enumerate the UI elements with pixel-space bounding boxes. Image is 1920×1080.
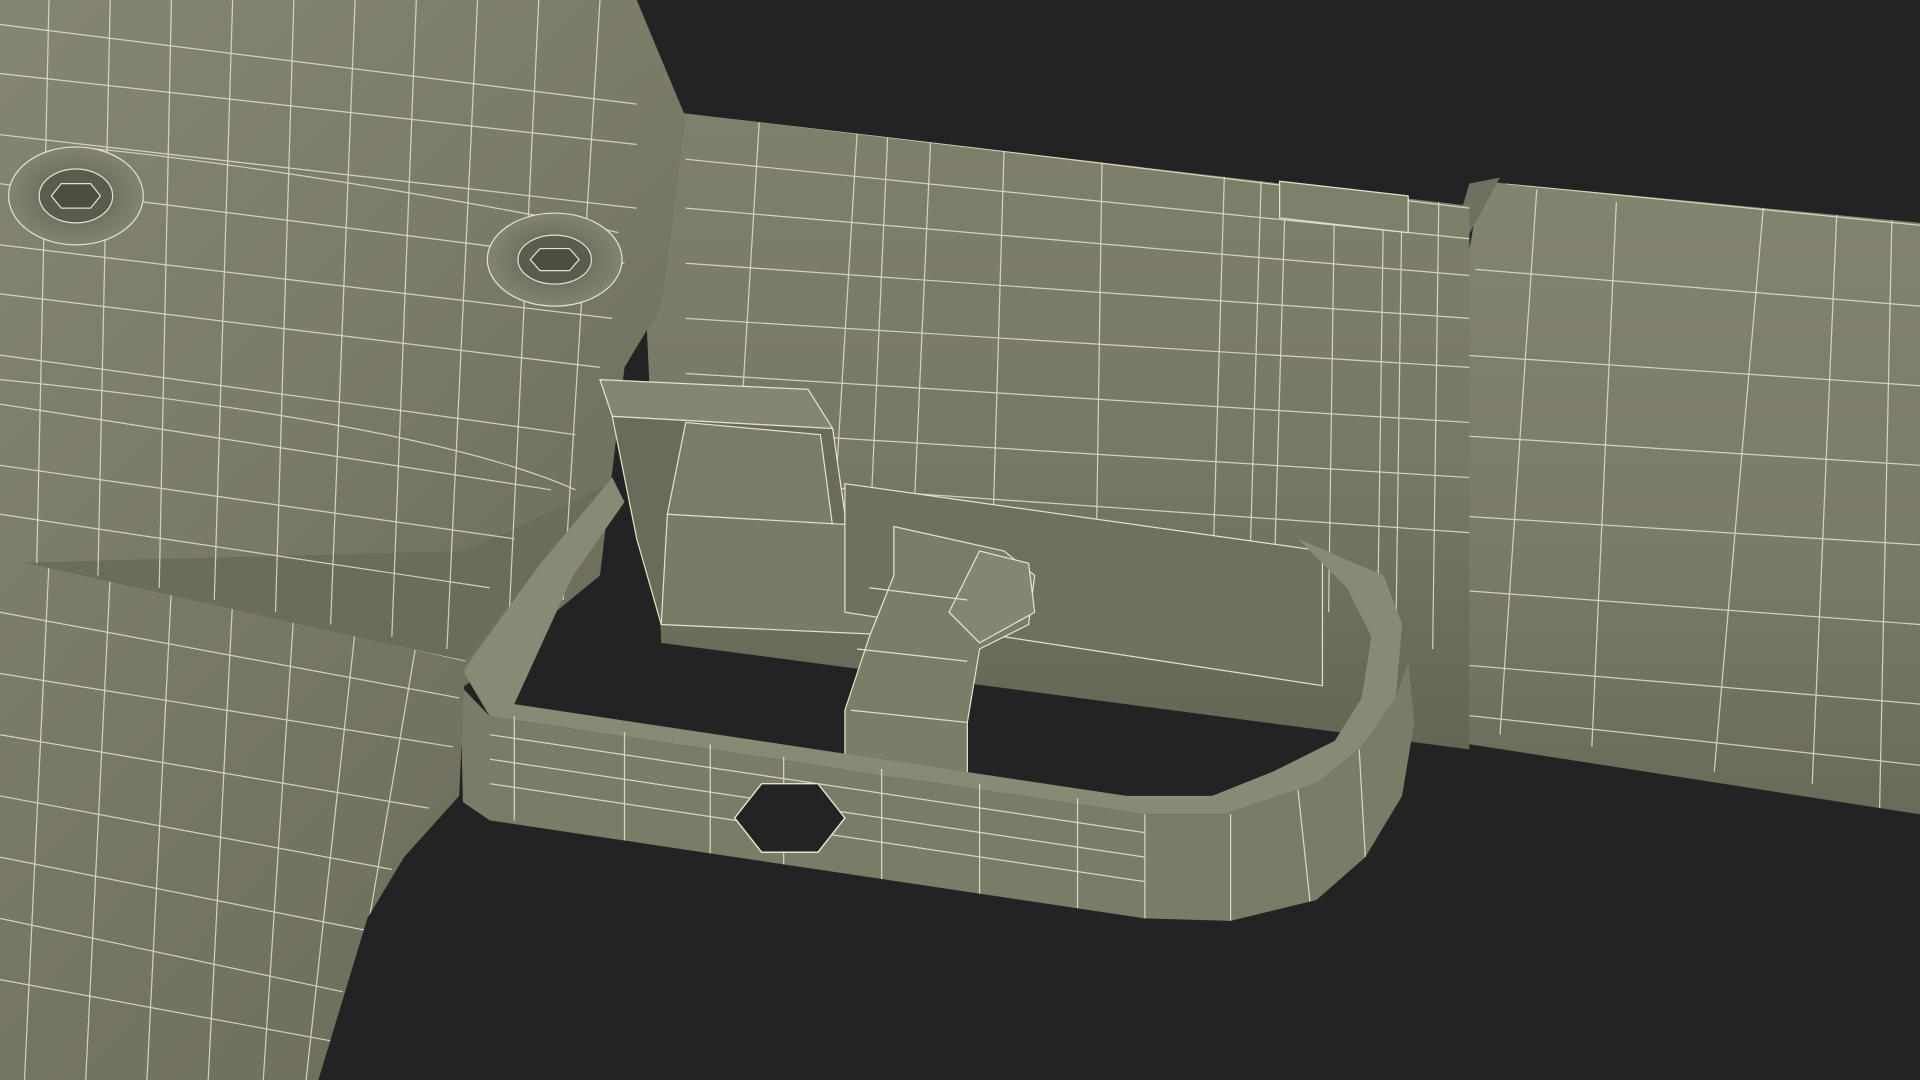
stock: [1395, 177, 1920, 815]
wireframe-render-canvas: [0, 0, 1920, 1080]
